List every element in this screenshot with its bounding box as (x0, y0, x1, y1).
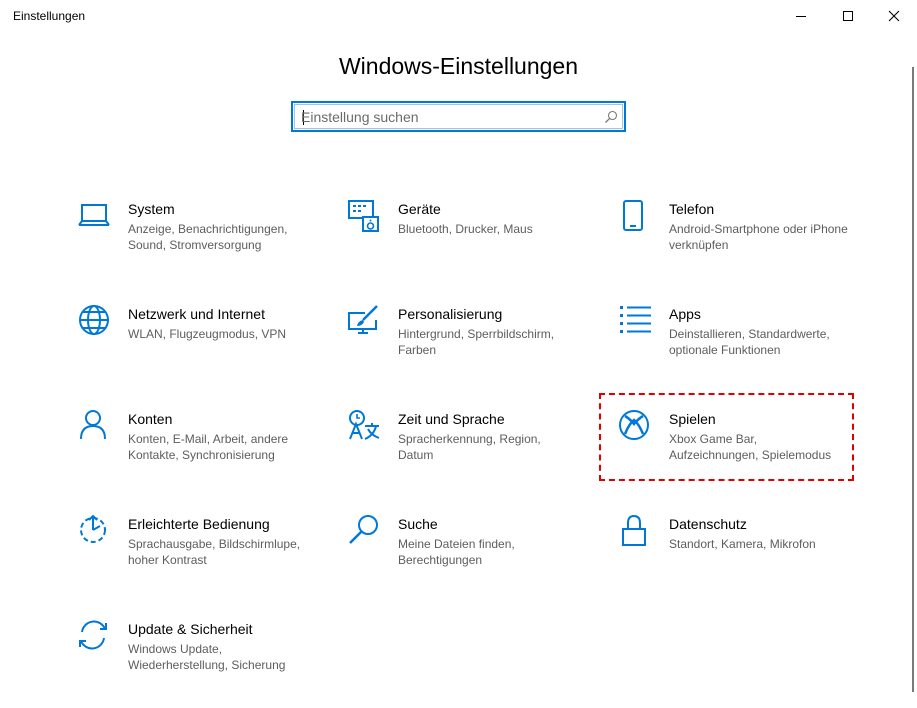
apps-list-icon (619, 305, 653, 339)
tile-suche[interactable]: Suche Meine Dateien finden, Berechtigung… (348, 515, 598, 595)
tile-title: System (128, 201, 175, 217)
globe-icon (78, 305, 112, 339)
tile-personalisierung[interactable]: Personalisierung Hintergrund, Sperrbilds… (348, 305, 598, 385)
tile-title: Personalisierung (398, 306, 503, 322)
page-title: Windows-Einstellungen (338, 53, 579, 80)
tile-erleichterte-bedienung[interactable]: Erleichterte Bedienung Sprachausgabe, Bi… (78, 515, 328, 595)
search-magnifier-icon (348, 515, 382, 549)
tile-description: Sprachausgabe, Bildschirmlupe, hoher Kon… (128, 537, 301, 567)
tile-title: Netzwerk und Internet (128, 306, 265, 322)
time-language-icon (348, 410, 382, 444)
close-button[interactable] (871, 0, 917, 32)
tile-title: Geräte (398, 201, 441, 217)
person-icon (78, 410, 112, 444)
minimize-icon (796, 16, 806, 17)
tile-apps[interactable]: Apps Deinstallieren, Standardwerte, opti… (619, 305, 869, 385)
tile-netzwerk[interactable]: Netzwerk und Internet WLAN, Flugzeugmodu… (78, 305, 328, 385)
tile-konten[interactable]: Konten Konten, E-Mail, Arbeit, andere Ko… (78, 410, 328, 490)
tile-zeit-und-sprache[interactable]: Zeit und Sprache Spracherkennung, Region… (348, 410, 598, 490)
tile-description: Konten, E-Mail, Arbeit, andere Kontakte,… (128, 432, 289, 462)
devices-icon (348, 200, 382, 234)
laptop-icon (78, 200, 112, 234)
tile-telefon[interactable]: Telefon Android-Smartphone oder iPhone v… (619, 200, 869, 280)
minimize-button[interactable] (778, 0, 824, 32)
tile-description: Android-Smartphone oder iPhone verknüpfe… (669, 222, 848, 252)
tile-description: Standort, Kamera, Mikrofon (669, 537, 816, 551)
search-box[interactable] (291, 101, 626, 132)
personalization-icon (348, 305, 382, 339)
tile-description: Deinstallieren, Standardwerte, optionale… (669, 327, 830, 357)
tile-description: Windows Update, Wiederherstellung, Siche… (128, 642, 286, 672)
tile-geraete[interactable]: Geräte Bluetooth, Drucker, Maus (348, 200, 598, 280)
tile-description: Spracherkennung, Region, Datum (398, 432, 541, 462)
tile-description: Hintergrund, Sperrbildschirm, Farben (398, 327, 555, 357)
scrollbar[interactable] (912, 67, 914, 692)
tile-title: Datenschutz (669, 516, 747, 532)
tile-description: Anzeige, Benachrichtigungen, Sound, Stro… (128, 222, 288, 252)
window-title: Einstellungen (13, 9, 86, 23)
tile-title: Telefon (669, 201, 715, 217)
highlight-frame (599, 393, 854, 481)
tile-title: Konten (128, 411, 173, 427)
lock-icon (619, 515, 653, 549)
tile-description: Bluetooth, Drucker, Maus (398, 222, 533, 236)
tile-description: WLAN, Flugzeugmodus, VPN (128, 327, 287, 341)
maximize-button[interactable] (825, 0, 871, 32)
close-icon (888, 10, 900, 22)
tile-title: Zeit und Sprache (398, 411, 505, 427)
tile-datenschutz[interactable]: Datenschutz Standort, Kamera, Mikrofon (619, 515, 869, 595)
ease-of-access-icon (78, 515, 112, 549)
tile-system[interactable]: System Anzeige, Benachrichtigungen, Soun… (78, 200, 328, 280)
title-bar: Einstellungen (0, 0, 917, 32)
tile-title: Erleichterte Bedienung (128, 516, 270, 532)
tile-description: Meine Dateien finden, Berechtigungen (398, 537, 515, 567)
maximize-icon (843, 11, 853, 21)
search-icon[interactable] (604, 110, 618, 124)
search-input[interactable] (301, 103, 596, 130)
phone-icon (619, 200, 653, 234)
tile-title: Apps (669, 306, 701, 322)
tile-title: Suche (398, 516, 438, 532)
update-icon (78, 620, 112, 654)
tile-update-und-sicherheit[interactable]: Update & Sicherheit Windows Update, Wied… (78, 620, 328, 700)
tile-title: Update & Sicherheit (128, 621, 253, 637)
